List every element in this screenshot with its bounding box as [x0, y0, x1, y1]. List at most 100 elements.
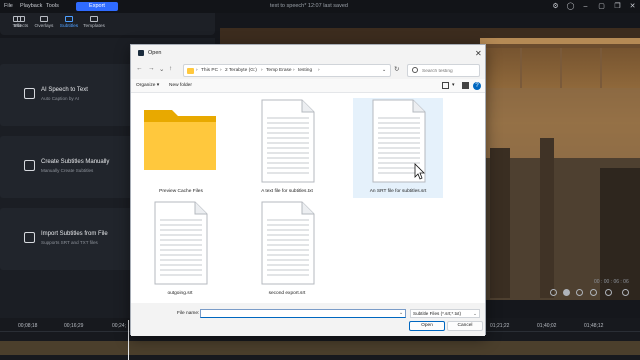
- chevron-down-icon[interactable]: ⌄: [159, 65, 164, 73]
- file-type-value: Subtitle Files (*.srt;*.txt): [413, 311, 461, 316]
- document-title: text to speech* 12:07 last saved: [270, 3, 348, 9]
- dialog-title: Open: [148, 50, 162, 56]
- volume-icon[interactable]: [576, 289, 583, 296]
- chevron-down-icon[interactable]: ▾: [452, 83, 454, 88]
- tab-label: Effects: [13, 24, 29, 29]
- list-item[interactable]: outgoing.srt: [135, 200, 225, 300]
- forward-icon[interactable]: →: [148, 65, 155, 72]
- refresh-icon[interactable]: ↻: [394, 65, 399, 73]
- file-name: Preview Cache Files: [159, 189, 203, 194]
- menu-tools[interactable]: Tools: [46, 3, 59, 9]
- overlays-icon: [40, 16, 48, 22]
- help-icon[interactable]: ?: [473, 82, 481, 90]
- open-button[interactable]: Open: [409, 321, 445, 331]
- timeline-tick: 00;24;: [112, 323, 126, 329]
- effects-icon: [17, 16, 25, 22]
- document-icon: [372, 99, 426, 183]
- list-item[interactable]: An SRT file for subtitles.srt: [353, 98, 443, 198]
- record-icon[interactable]: [563, 289, 570, 296]
- up-icon[interactable]: ↑: [169, 65, 172, 72]
- search-input[interactable]: [422, 67, 478, 75]
- breadcrumb-drive[interactable]: 2 Terabyte (G:): [225, 68, 257, 73]
- file-name-input[interactable]: [200, 309, 406, 318]
- dialog-footer: File name: ⌄ Subtitle Files (*.srt;*.txt…: [131, 303, 485, 336]
- microphone-icon: [24, 88, 35, 99]
- title-bar: File Playback Tools Export text to speec…: [0, 0, 640, 13]
- account-icon[interactable]: ◯: [566, 2, 575, 11]
- video-editor-window: File Playback Tools Export text to speec…: [0, 0, 640, 360]
- tab-label: Overlays: [34, 24, 54, 29]
- new-folder-button[interactable]: New folder: [169, 83, 192, 88]
- timeline-tick: 01;21;22: [490, 323, 510, 329]
- command-bar: Organize ▾ New folder ▾ ?: [131, 79, 485, 93]
- preview-pane-icon[interactable]: [462, 82, 469, 89]
- timeline-tick: 00;16;29: [64, 323, 84, 329]
- tab-subtitles[interactable]: Subtitles: [56, 15, 82, 33]
- file-list: Preview Cache Files A text file for subt…: [131, 93, 485, 303]
- more-icon[interactable]: [622, 289, 629, 296]
- app-icon: [138, 50, 144, 56]
- export-button[interactable]: Export: [76, 2, 118, 11]
- close-icon[interactable]: ✕: [475, 49, 482, 58]
- snapshot-icon[interactable]: [550, 289, 557, 296]
- timeline-tick: 01;40;02: [537, 323, 557, 329]
- restore-icon[interactable]: ❐: [613, 2, 622, 11]
- option-title: AI Speech to Text: [41, 87, 88, 93]
- document-icon: [261, 99, 315, 183]
- fullscreen-icon[interactable]: [590, 289, 597, 296]
- minimize-icon[interactable]: –: [581, 2, 590, 11]
- settings-icon[interactable]: ⚙: [551, 2, 560, 11]
- address-bar[interactable]: › This PC › 2 Terabyte (G:) › Temp Erase…: [183, 64, 391, 77]
- file-name-label: File name:: [177, 311, 200, 316]
- settings-preview-icon[interactable]: [605, 289, 612, 296]
- open-file-dialog: Open ✕ ← → ⌄ ↑ › This PC › 2 Terabyte (G…: [130, 44, 486, 336]
- organize-label: Organize: [136, 83, 156, 88]
- chevron-down-icon: ⌄: [473, 311, 477, 316]
- file-name: second export.srt: [268, 291, 306, 296]
- chevron-down-icon[interactable]: ⌄: [382, 68, 386, 73]
- organize-button[interactable]: Organize ▾: [136, 83, 159, 88]
- preview-timecode: 00 : 00 : 06 : 06: [594, 279, 629, 285]
- search-icon: [412, 67, 418, 73]
- file-name: An SRT file for subtitles.srt: [369, 189, 427, 194]
- option-subtitle: Manually Create Subtitles: [41, 168, 94, 173]
- list-item[interactable]: A text file for subtitles.txt: [242, 98, 332, 198]
- templates-icon: [90, 16, 98, 22]
- navigation-bar: ← → ⌄ ↑ › This PC › 2 Terabyte (G:) › Te…: [131, 62, 485, 79]
- menu-file[interactable]: File: [4, 3, 13, 9]
- menu-playback[interactable]: Playback: [20, 3, 42, 9]
- file-type-select[interactable]: Subtitle Files (*.srt;*.txt) ⌄: [410, 309, 480, 318]
- option-title: Import Subtitles from File: [41, 231, 108, 237]
- option-subtitle: Auto Caption by AI: [41, 96, 80, 101]
- folder-icon: [187, 68, 194, 74]
- playhead[interactable]: [128, 320, 129, 360]
- search-box[interactable]: [407, 64, 480, 77]
- import-icon: [24, 232, 35, 243]
- subtitles-icon: [65, 16, 73, 22]
- breadcrumb-this-pc[interactable]: This PC: [201, 68, 218, 73]
- breadcrumb-temp-erase[interactable]: Temp Erase: [266, 68, 292, 73]
- breadcrumb-testing[interactable]: testing: [298, 68, 312, 73]
- option-title: Create Subtitles Manually: [41, 159, 110, 165]
- view-options-icon[interactable]: [442, 82, 449, 89]
- chevron-down-icon[interactable]: ⌄: [399, 310, 403, 316]
- dialog-title-bar: Open ✕: [131, 45, 485, 62]
- tab-overlays[interactable]: Overlays: [31, 15, 57, 33]
- subtitle-add-icon: [24, 160, 35, 171]
- tab-templates[interactable]: Templates: [81, 15, 107, 33]
- option-subtitle: Supports SRT and TXT files: [41, 240, 98, 245]
- back-icon[interactable]: ←: [136, 65, 143, 72]
- folder-icon: [144, 110, 216, 170]
- tab-label: Templates: [83, 24, 105, 29]
- video-track[interactable]: [0, 341, 640, 355]
- close-icon[interactable]: ✕: [628, 2, 637, 11]
- file-name: A text file for subtitles.txt: [261, 189, 313, 194]
- tab-label: Subtitles: [59, 24, 79, 29]
- document-icon: [261, 201, 315, 285]
- list-item[interactable]: second export.srt: [242, 200, 332, 300]
- list-item[interactable]: Preview Cache Files: [136, 98, 226, 198]
- maximize-icon[interactable]: ▢: [597, 2, 606, 11]
- file-name: outgoing.srt: [167, 291, 193, 296]
- tool-tabs: Text Effects Overlays Subtitles Template…: [0, 13, 215, 35]
- cancel-button[interactable]: Cancel: [447, 321, 483, 331]
